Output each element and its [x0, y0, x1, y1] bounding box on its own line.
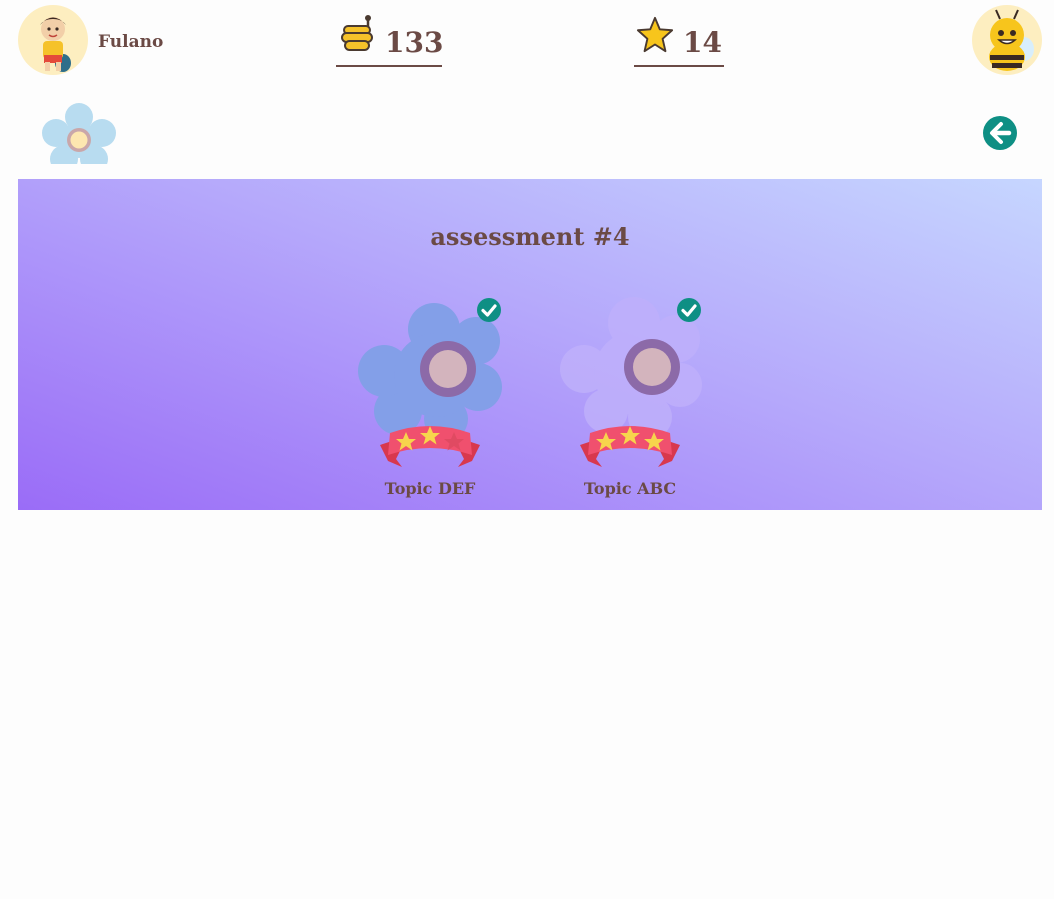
honey-pot-icon	[341, 15, 373, 51]
star-rating-ribbon-icon	[580, 426, 680, 467]
child-avatar-icon	[40, 17, 71, 72]
topic-label: Topic ABC	[583, 479, 677, 498]
check-icon	[477, 298, 501, 322]
honey-count: 133	[385, 26, 444, 59]
star-icon	[636, 16, 674, 53]
top-bar: Fulano 133 14	[0, 0, 1054, 90]
back-button[interactable]	[983, 116, 1017, 150]
assessment-panel: assessment #4 Topic DEF Topic ABC	[18, 179, 1042, 510]
bee-mascot-icon	[989, 9, 1034, 71]
bee-mascot[interactable]	[972, 5, 1042, 75]
star-rating-ribbon-icon	[380, 426, 480, 467]
topic-card-def[interactable]: Topic DEF	[350, 289, 510, 504]
topic-label: Topic DEF	[384, 479, 476, 498]
username: Fulano	[98, 32, 164, 52]
assessment-title: assessment #4	[430, 222, 630, 251]
flower-nav-icon[interactable]	[40, 102, 118, 164]
star-counter[interactable]: 14	[634, 12, 724, 67]
honey-counter[interactable]: 133	[336, 12, 444, 67]
check-icon	[677, 298, 701, 322]
arrow-left-circle-icon	[990, 122, 1012, 144]
flower-icon	[42, 103, 116, 164]
user-avatar[interactable]	[18, 5, 88, 75]
topic-card-abc[interactable]: Topic ABC	[550, 289, 710, 504]
star-count: 14	[683, 26, 722, 59]
